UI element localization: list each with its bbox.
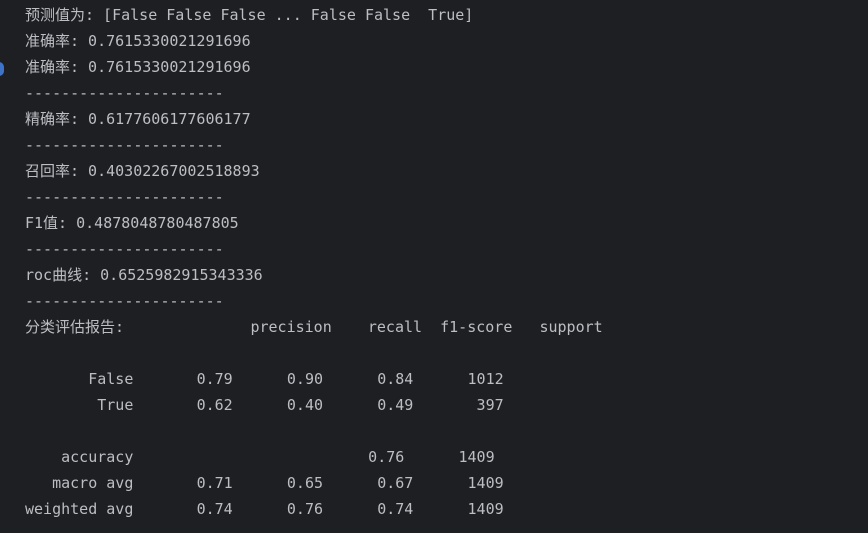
report-row-weighted-avg: weighted avg 0.74 0.76 0.74 1409	[25, 500, 504, 518]
report-row-true: True 0.62 0.40 0.49 397	[25, 396, 504, 414]
report-row-accuracy: accuracy 0.76 1409	[25, 448, 495, 466]
precision-line: 精确率: 0.6177606177606177	[25, 110, 251, 128]
separator-line: ----------------------	[25, 292, 224, 310]
separator-line: ----------------------	[25, 240, 224, 258]
accuracy-line: 准确率: 0.7615330021291696	[25, 32, 251, 50]
console-output[interactable]: 预测值为: [False False False ... False False…	[25, 2, 868, 522]
separator-line: ----------------------	[25, 188, 224, 206]
report-row-macro-avg: macro avg 0.71 0.65 0.67 1409	[25, 474, 504, 492]
separator-line: ----------------------	[25, 84, 224, 102]
accuracy-line-repeat: 准确率: 0.7615330021291696	[25, 58, 251, 76]
recall-line: 召回率: 0.40302267002518893	[25, 162, 260, 180]
separator-line: ----------------------	[25, 136, 224, 154]
gutter-marker-icon	[0, 62, 4, 76]
f1-line: F1值: 0.4878048780487805	[25, 214, 239, 232]
prediction-line: 预测值为: [False False False ... False False…	[25, 6, 474, 24]
report-header-line: 分类评估报告: precision recall f1-score suppor…	[25, 318, 603, 336]
report-row-false: False 0.79 0.90 0.84 1012	[25, 370, 504, 388]
roc-line: roc曲线: 0.6525982915343336	[25, 266, 263, 284]
